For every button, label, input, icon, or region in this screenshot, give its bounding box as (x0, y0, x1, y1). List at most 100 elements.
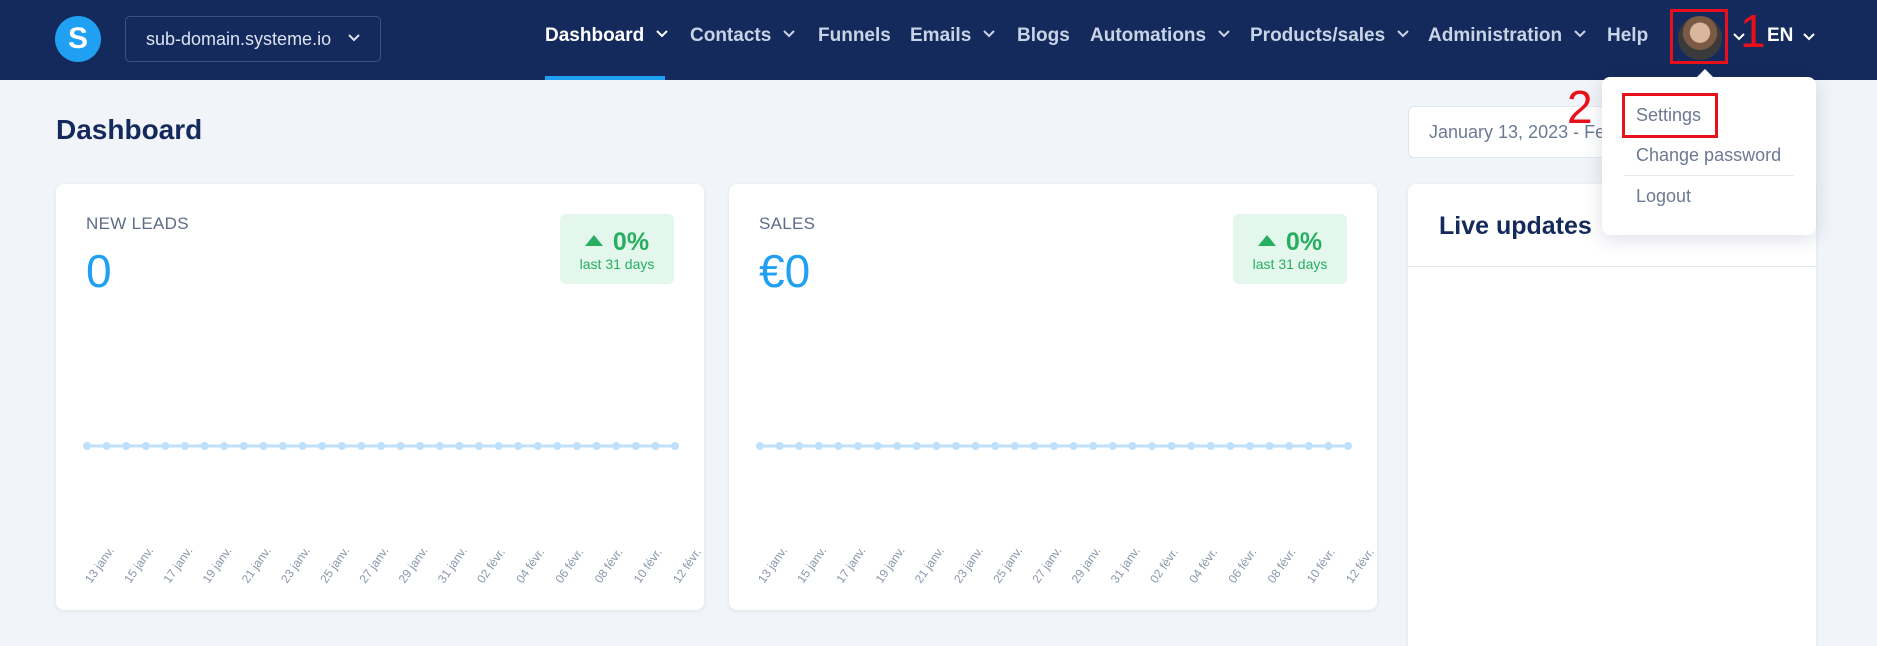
x-tick-label: 04 févr. (513, 545, 547, 585)
data-point[interactable] (200, 442, 209, 450)
x-tick-label: 15 janv. (794, 544, 829, 586)
data-point[interactable] (952, 442, 960, 450)
data-point[interactable] (553, 442, 562, 450)
data-point[interactable] (435, 442, 444, 450)
data-point[interactable] (337, 442, 346, 450)
data-point[interactable] (1010, 442, 1019, 450)
sales-chart: 13 janv. 15 janv. 17 janv. 19 janv. 21 janv.… (755, 442, 1377, 586)
active-tab-indicator (545, 76, 665, 80)
data-point[interactable] (1030, 442, 1039, 450)
data-point[interactable] (795, 442, 804, 450)
data-point[interactable] (854, 442, 862, 450)
data-point[interactable] (1226, 442, 1235, 450)
user-avatar-button[interactable] (1670, 9, 1728, 64)
data-point[interactable] (318, 442, 327, 450)
data-point[interactable] (592, 442, 601, 450)
data-point[interactable] (141, 442, 150, 450)
data-point[interactable] (756, 442, 764, 450)
top-navigation-bar: S sub-domain.systeme.io Dashboard Contac… (0, 0, 1877, 80)
data-point[interactable] (396, 442, 405, 450)
nav-automations[interactable]: Automations (1090, 25, 1230, 47)
x-tick-label: 06 févr. (1225, 545, 1259, 585)
data-point[interactable] (671, 442, 679, 450)
nav-blogs[interactable]: Blogs (1017, 25, 1070, 47)
menu-item-logout[interactable]: Logout (1636, 186, 1691, 207)
data-point[interactable] (1187, 442, 1196, 450)
data-point[interactable] (631, 442, 640, 450)
data-point[interactable] (239, 442, 248, 450)
data-point[interactable] (1206, 442, 1215, 450)
data-point[interactable] (1128, 442, 1137, 450)
data-point[interactable] (279, 442, 287, 450)
data-point[interactable] (1265, 442, 1274, 450)
data-point[interactable] (416, 442, 425, 450)
data-point[interactable] (1246, 442, 1254, 450)
chevron-down-icon (983, 30, 995, 38)
data-point[interactable] (83, 442, 91, 450)
data-point[interactable] (932, 442, 941, 450)
data-point[interactable] (377, 442, 385, 450)
data-point[interactable] (612, 442, 621, 450)
avatar (1678, 16, 1722, 60)
data-point[interactable] (181, 442, 189, 450)
new-leads-card: NEW LEADS 0 0% last 31 days 13 janv. 15 j… (56, 184, 704, 610)
data-point[interactable] (651, 442, 660, 450)
data-point[interactable] (1148, 442, 1156, 450)
live-updates-card: Live updates (1408, 184, 1816, 646)
nav-funnels[interactable]: Funnels (818, 25, 891, 47)
chevron-down-icon (783, 30, 796, 38)
chevron-down-icon (348, 34, 360, 42)
data-point[interactable] (220, 442, 229, 450)
data-point[interactable] (991, 442, 1000, 450)
data-point[interactable] (475, 442, 483, 450)
data-point[interactable] (122, 442, 131, 450)
data-point[interactable] (834, 442, 843, 450)
x-tick-label: 13 janv. (82, 544, 117, 586)
data-point[interactable] (102, 442, 111, 450)
data-point[interactable] (893, 442, 902, 450)
chevron-down-icon (656, 30, 668, 38)
data-point[interactable] (1069, 442, 1078, 450)
data-point[interactable] (298, 442, 307, 450)
data-point[interactable] (455, 442, 464, 450)
systeme-logo[interactable]: S (55, 16, 101, 62)
data-point[interactable] (494, 442, 503, 450)
data-point[interactable] (573, 442, 581, 450)
data-point[interactable] (1050, 442, 1058, 450)
data-point[interactable] (775, 442, 784, 450)
nav-contacts[interactable]: Contacts (690, 25, 796, 47)
x-tick-label: 08 févr. (592, 545, 626, 585)
data-point[interactable] (912, 442, 921, 450)
data-point[interactable] (1089, 442, 1098, 450)
data-point[interactable] (1304, 442, 1313, 450)
domain-selector[interactable]: sub-domain.systeme.io (125, 16, 381, 62)
data-point[interactable] (1285, 442, 1294, 450)
data-point[interactable] (161, 442, 170, 450)
data-point[interactable] (259, 442, 268, 450)
nav-products-sales[interactable]: Products/sales (1250, 25, 1409, 47)
nav-emails[interactable]: Emails (910, 25, 995, 47)
x-tick-label: 12 févr. (1343, 545, 1377, 585)
data-point[interactable] (971, 442, 980, 450)
x-tick-label: 21 janv. (239, 544, 274, 586)
data-point[interactable] (873, 442, 882, 450)
data-point[interactable] (533, 442, 542, 450)
data-point[interactable] (514, 442, 523, 450)
data-point[interactable] (1344, 442, 1352, 450)
data-point[interactable] (814, 442, 823, 450)
x-tick-label: 10 févr. (1304, 545, 1338, 585)
nav-administration[interactable]: Administration (1428, 25, 1586, 47)
nav-dashboard[interactable]: Dashboard (545, 25, 668, 47)
annotation-marker-2: 2 (1567, 81, 1593, 133)
x-tick-label: 29 janv. (396, 544, 431, 586)
x-tick-label: 31 janv. (1108, 544, 1143, 586)
language-selector[interactable]: EN (1767, 25, 1793, 47)
data-point[interactable] (357, 442, 366, 450)
data-point[interactable] (1324, 442, 1333, 450)
data-point[interactable] (1108, 442, 1117, 450)
divider (1624, 175, 1794, 176)
data-point[interactable] (1167, 442, 1176, 450)
nav-help[interactable]: Help (1607, 25, 1648, 47)
x-tick-label: 19 janv. (873, 544, 908, 586)
menu-item-change-password[interactable]: Change password (1636, 145, 1781, 166)
